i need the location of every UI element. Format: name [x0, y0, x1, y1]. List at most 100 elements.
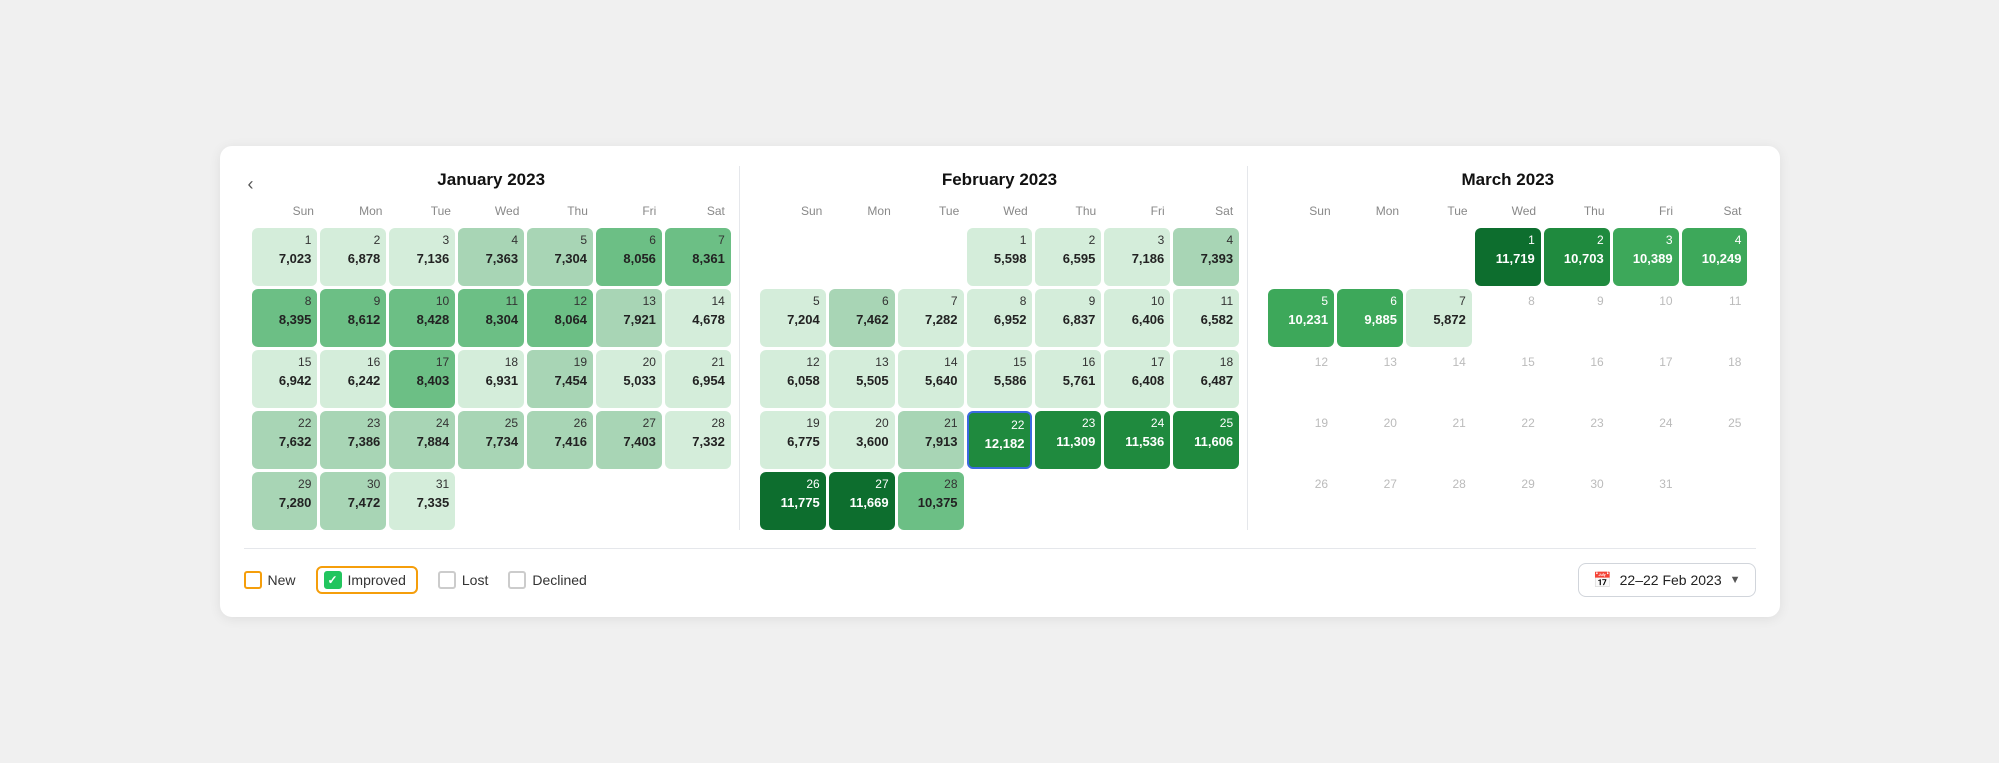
legend-new: New	[244, 571, 296, 589]
day-cell[interactable]: 2711,669	[829, 472, 895, 530]
day-cell[interactable]: 216,954	[665, 350, 731, 408]
day-cell[interactable]: 26,878	[320, 228, 386, 286]
day-cell[interactable]: 20	[1337, 411, 1403, 469]
day-cell[interactable]: 67,462	[829, 289, 895, 347]
day-cell[interactable]: 17,023	[252, 228, 318, 286]
legend-lost-label: Lost	[462, 572, 488, 588]
day-cell[interactable]: 2810,375	[898, 472, 964, 530]
day-cell[interactable]: 227,632	[252, 411, 318, 469]
day-cell[interactable]: 86,952	[967, 289, 1033, 347]
day-cell[interactable]: 186,931	[458, 350, 524, 408]
day-cell[interactable]: 28	[1406, 472, 1472, 530]
day-cell[interactable]: 144,678	[665, 289, 731, 347]
day-cell[interactable]: 203,600	[829, 411, 895, 469]
day-cell[interactable]: 13	[1337, 350, 1403, 408]
day-cell[interactable]: 23	[1544, 411, 1610, 469]
day-cell[interactable]: 176,408	[1104, 350, 1170, 408]
day-cell[interactable]: 9	[1544, 289, 1610, 347]
date-picker-button[interactable]: 📅 22–22 Feb 2023 ▼	[1578, 563, 1756, 597]
day-cell[interactable]: 29	[1475, 472, 1541, 530]
day-cell[interactable]: 237,386	[320, 411, 386, 469]
day-cell[interactable]: 26,595	[1035, 228, 1101, 286]
day-cell[interactable]: 37,186	[1104, 228, 1170, 286]
day-cell[interactable]: 166,242	[320, 350, 386, 408]
day-cell[interactable]: 2611,775	[760, 472, 826, 530]
day-cell[interactable]: 205,033	[596, 350, 662, 408]
day-cell[interactable]: 145,640	[898, 350, 964, 408]
day-cell[interactable]: 128,064	[527, 289, 593, 347]
day-cell[interactable]: 96,837	[1035, 289, 1101, 347]
day-cell[interactable]: 75,872	[1406, 289, 1472, 347]
day-cell[interactable]: 210,703	[1544, 228, 1610, 286]
day-cell[interactable]: 77,282	[898, 289, 964, 347]
day-cell[interactable]: 18	[1682, 350, 1748, 408]
day-cell[interactable]: 31	[1613, 472, 1679, 530]
day-cell[interactable]: 126,058	[760, 350, 826, 408]
day-cell[interactable]: 98,612	[320, 289, 386, 347]
day-cell[interactable]: 12	[1268, 350, 1334, 408]
day-cell[interactable]: 156,942	[252, 350, 318, 408]
day-cell[interactable]: 257,734	[458, 411, 524, 469]
day-cell[interactable]: 69,885	[1337, 289, 1403, 347]
day-cell[interactable]: 21	[1406, 411, 1472, 469]
day-cell[interactable]: 2411,536	[1104, 411, 1170, 469]
day-cell[interactable]: 57,304	[527, 228, 593, 286]
day-cell[interactable]: 165,761	[1035, 350, 1101, 408]
day-cell[interactable]: 310,389	[1613, 228, 1679, 286]
day-cell[interactable]: 106,406	[1104, 289, 1170, 347]
day-cell[interactable]: 26	[1268, 472, 1334, 530]
day-cell[interactable]: 317,335	[389, 472, 455, 530]
day-cell[interactable]: 108,428	[389, 289, 455, 347]
day-cell[interactable]: 196,775	[760, 411, 826, 469]
day-cell[interactable]: 2311,309	[1035, 411, 1101, 469]
day-cell[interactable]: 14	[1406, 350, 1472, 408]
day-cell[interactable]: 47,363	[458, 228, 524, 286]
day-cell[interactable]: 88,395	[252, 289, 318, 347]
day-cell[interactable]: 297,280	[252, 472, 318, 530]
day-cell[interactable]: 10	[1613, 289, 1679, 347]
day-cell[interactable]: 247,884	[389, 411, 455, 469]
day-cell[interactable]: 68,056	[596, 228, 662, 286]
prev-month-button[interactable]: ‹	[240, 170, 262, 199]
day-cell[interactable]: 277,403	[596, 411, 662, 469]
day-cell[interactable]: 267,416	[527, 411, 593, 469]
day-cell[interactable]: 17	[1613, 350, 1679, 408]
day-cell[interactable]: 25	[1682, 411, 1748, 469]
day-cell[interactable]: 30	[1544, 472, 1610, 530]
day-cell[interactable]: 178,403	[389, 350, 455, 408]
day-number: 27	[1384, 476, 1397, 493]
day-cell[interactable]: 15	[1475, 350, 1541, 408]
day-cell[interactable]: 27	[1337, 472, 1403, 530]
day-cell[interactable]: 287,332	[665, 411, 731, 469]
day-cell[interactable]: 15,598	[967, 228, 1033, 286]
day-cell[interactable]: 22	[1475, 411, 1541, 469]
day-cell[interactable]: 2212,182	[967, 411, 1033, 469]
day-cell[interactable]: 135,505	[829, 350, 895, 408]
day-cell[interactable]: 78,361	[665, 228, 731, 286]
declined-checkbox[interactable]	[508, 571, 526, 589]
day-cell[interactable]: 307,472	[320, 472, 386, 530]
day-cell[interactable]: 11	[1682, 289, 1748, 347]
day-cell[interactable]: 24	[1613, 411, 1679, 469]
day-cell[interactable]: 8	[1475, 289, 1541, 347]
lost-checkbox[interactable]	[438, 571, 456, 589]
day-cell[interactable]: 118,304	[458, 289, 524, 347]
new-checkbox[interactable]	[244, 571, 262, 589]
day-cell[interactable]: 217,913	[898, 411, 964, 469]
day-cell[interactable]: 510,231	[1268, 289, 1334, 347]
day-cell[interactable]: 137,921	[596, 289, 662, 347]
day-cell[interactable]: 2511,606	[1173, 411, 1239, 469]
day-cell[interactable]: 186,487	[1173, 350, 1239, 408]
day-cell[interactable]: 57,204	[760, 289, 826, 347]
day-cell[interactable]: 19	[1268, 411, 1334, 469]
day-cell[interactable]: 37,136	[389, 228, 455, 286]
day-cell[interactable]: 197,454	[527, 350, 593, 408]
calendar-icon: 📅	[1593, 571, 1612, 589]
day-cell[interactable]: 16	[1544, 350, 1610, 408]
day-cell[interactable]: 155,586	[967, 350, 1033, 408]
day-cell[interactable]: 47,393	[1173, 228, 1239, 286]
day-cell[interactable]: 111,719	[1475, 228, 1541, 286]
day-cell[interactable]: 116,582	[1173, 289, 1239, 347]
improved-checkbox[interactable]: ✓	[324, 571, 342, 589]
day-cell[interactable]: 410,249	[1682, 228, 1748, 286]
